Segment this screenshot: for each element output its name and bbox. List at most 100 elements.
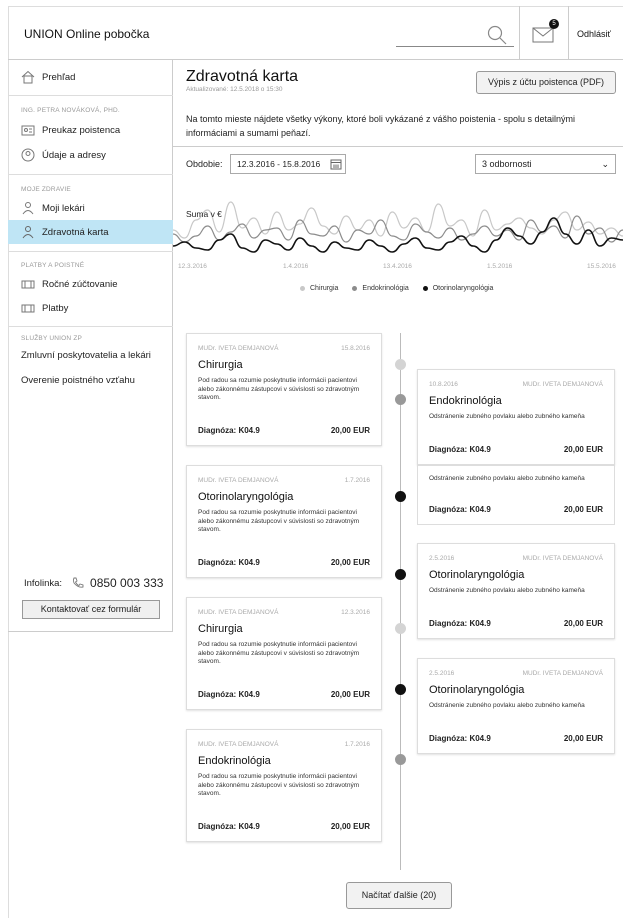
sidebar-item-label: Preukaz poistenca: [42, 124, 121, 136]
doctor-icon: [22, 202, 34, 215]
period-value: 12.3.2016 - 15.8.2016: [237, 159, 321, 169]
last-updated: Aktualizované: 12.5.2018 o 15:30: [186, 86, 283, 93]
sidebar-item-label: Zdravotná karta: [42, 226, 109, 238]
card-doctor: MUDr. IVETA DEMJANOVÁ: [522, 381, 603, 388]
card-doctor: MUDr. IVETA DEMJANOVÁ: [198, 477, 279, 484]
card-diagnosis: Diagnóza: K04.9: [198, 822, 260, 831]
card-doctor: MUDr. IVETA DEMJANOVÁ: [198, 741, 279, 748]
card-date: 2.5.2016: [429, 555, 455, 562]
period-label: Obdobie:: [186, 159, 223, 169]
sidebar-item-my-doctors[interactable]: Moji lekári: [8, 196, 173, 220]
load-more-button[interactable]: Načítať ďalšie (20): [346, 882, 452, 909]
card-amount: 20,00 EUR: [330, 822, 370, 831]
card-diagnosis: Diagnóza: K04.9: [429, 505, 491, 514]
chart-y-label: Suma v €: [186, 209, 222, 219]
sidebar-divider: [8, 174, 173, 175]
spending-chart: [173, 201, 623, 253]
sidebar-group-health: MOJE ZDRAVIE: [21, 186, 71, 193]
card-specialty: Chirurgia: [198, 359, 243, 371]
card-date: 2.5.2016: [429, 670, 455, 677]
card-diagnosis: Diagnóza: K04.9: [198, 558, 260, 567]
timeline-dot: [395, 623, 406, 634]
timeline-card[interactable]: MUDr. IVETA DEMJANOVÁ 1.7.2016 Otorinolar…: [186, 465, 382, 578]
calendar-icon[interactable]: [330, 158, 342, 170]
pdf-statement-button[interactable]: Výpis z účtu poistenca (PDF): [476, 71, 616, 94]
card-date: 1.7.2016: [344, 477, 370, 484]
contact-form-button[interactable]: Kontaktovať cez formulár: [22, 600, 160, 619]
sidebar-divider: [8, 326, 173, 327]
card-date: 10.8.2016: [429, 381, 458, 388]
card-diagnosis: Diagnóza: K04.9: [198, 426, 260, 435]
infoline: Infolinka: 0850 003 333: [24, 576, 163, 590]
x-tick-label: 12.3.2016: [178, 263, 207, 270]
header-divider: [568, 6, 569, 60]
card-amount: 20,00 EUR: [330, 690, 370, 699]
doctor-icon: [22, 226, 34, 239]
timeline-card[interactable]: MUDr. IVETA DEMJANOVÁ 1.7.2016 Endokrinol…: [186, 729, 382, 842]
sidebar-divider: [8, 95, 173, 96]
card-doctor: MUDr. IVETA DEMJANOVÁ: [198, 345, 279, 352]
card-specialty: Endokrinológia: [198, 755, 271, 767]
search-input[interactable]: [396, 46, 514, 47]
sidebar-group-user: ING. PETRA NOVÁKOVÁ, PHD.: [21, 107, 120, 114]
card-doctor: MUDr. IVETA DEMJANOVÁ: [198, 609, 279, 616]
sidebar-item-insurance-card[interactable]: Preukaz poistenca: [8, 118, 173, 142]
content-divider: [173, 146, 623, 147]
timeline-card[interactable]: MUDr. IVETA DEMJANOVÁ 12.3.2016 Chirurgia…: [186, 597, 382, 710]
legend-item[interactable]: Chirurgia: [300, 285, 338, 292]
card-description: Odstránenie zubného povlaku alebo zubnéh…: [429, 587, 585, 594]
timeline-card-extra[interactable]: Odstránenie zubného povlaku alebo zubnéh…: [417, 465, 615, 525]
sidebar-item-label: Platby: [42, 302, 69, 314]
intro-text: Na tomto mieste nájdete všetky výkony, k…: [186, 114, 576, 138]
infoline-phone[interactable]: 0850 003 333: [90, 576, 163, 590]
logout-link[interactable]: Odhlásiť: [577, 29, 611, 39]
timeline-dot: [395, 569, 406, 580]
sidebar-item-label: Údaje a adresy: [42, 149, 106, 161]
top-header: UNION Online pobočka 5 Odhlásiť: [8, 6, 623, 60]
card-doctor: MUDr. IVETA DEMJANOVÁ: [522, 555, 603, 562]
chart-legend: Chirurgia Endokrinológia Otorinolaryngol…: [300, 285, 507, 292]
sidebar-item-annual-settlement[interactable]: Ročné zúčtovanie: [8, 272, 173, 296]
card-description: Odstránenie zubného povlaku alebo zubnéh…: [429, 475, 585, 482]
sidebar-item-health-card[interactable]: Zdravotná karta: [8, 220, 173, 244]
sidebar-link-verify-insurance[interactable]: Overenie poistného vzťahu: [21, 375, 135, 386]
app-title[interactable]: UNION Online pobočka: [24, 27, 149, 41]
timeline-card[interactable]: MUDr. IVETA DEMJANOVÁ 15.8.2016 Chirurgia…: [186, 333, 382, 446]
search-icon[interactable]: [486, 24, 508, 46]
card-specialty: Chirurgia: [198, 623, 243, 635]
x-tick-label: 1.4.2016: [283, 263, 309, 270]
sidebar-item-payments[interactable]: Platby: [8, 296, 173, 320]
timeline-dot: [395, 684, 406, 695]
legend-dot: [352, 286, 358, 291]
legend-dot: [300, 286, 305, 291]
timeline-card[interactable]: 2.5.2016 MUDr. IVETA DEMJANOVÁ Otorinolar…: [417, 543, 615, 639]
card-date: 12.3.2016: [341, 609, 370, 616]
timeline-card[interactable]: 2.5.2016 MUDr. IVETA DEMJANOVÁ Otorinolar…: [417, 658, 615, 754]
card-description: Odstránenie zubného povlaku alebo zubnéh…: [429, 413, 585, 420]
person-icon: [21, 148, 35, 162]
card-amount: 20,00 EUR: [330, 426, 370, 435]
infoline-label: Infolinka:: [24, 577, 63, 589]
specialties-value: 3 odbornosti: [482, 159, 532, 169]
card-amount: 20,00 EUR: [563, 619, 603, 628]
timeline-axis: [400, 333, 401, 870]
timeline-dot: [395, 394, 406, 405]
period-date-input[interactable]: 12.3.2016 - 15.8.2016: [230, 154, 346, 174]
sidebar-item-overview[interactable]: Prehľad: [8, 65, 173, 89]
timeline-card[interactable]: 10.8.2016 MUDr. IVETA DEMJANOVÁ Endokrino…: [417, 369, 615, 465]
specialties-select[interactable]: 3 odbornosti ⌄: [475, 154, 616, 174]
legend-dot: [422, 286, 428, 291]
card-specialty: Endokrinológia: [429, 395, 502, 407]
card-diagnosis: Diagnóza: K04.9: [429, 619, 491, 628]
legend-item[interactable]: Endokrinológia: [352, 285, 409, 292]
legend-label: Chirurgia: [310, 285, 339, 292]
card-diagnosis: Diagnóza: K04.9: [198, 690, 260, 699]
timeline-dot: [395, 491, 406, 502]
sidebar-item-label: Ročné zúčtovanie: [42, 278, 118, 290]
sidebar-item-addresses[interactable]: Údaje a adresy: [8, 143, 173, 167]
card-specialty: Otorinolaryngológia: [429, 684, 525, 696]
sidebar-item-label: Moji lekári: [42, 202, 85, 214]
sidebar-link-providers[interactable]: Zmluvní poskytovatelia a lekári: [21, 350, 151, 361]
home-icon: [21, 70, 35, 84]
legend-item[interactable]: Otorinolaryngológia: [422, 285, 493, 292]
